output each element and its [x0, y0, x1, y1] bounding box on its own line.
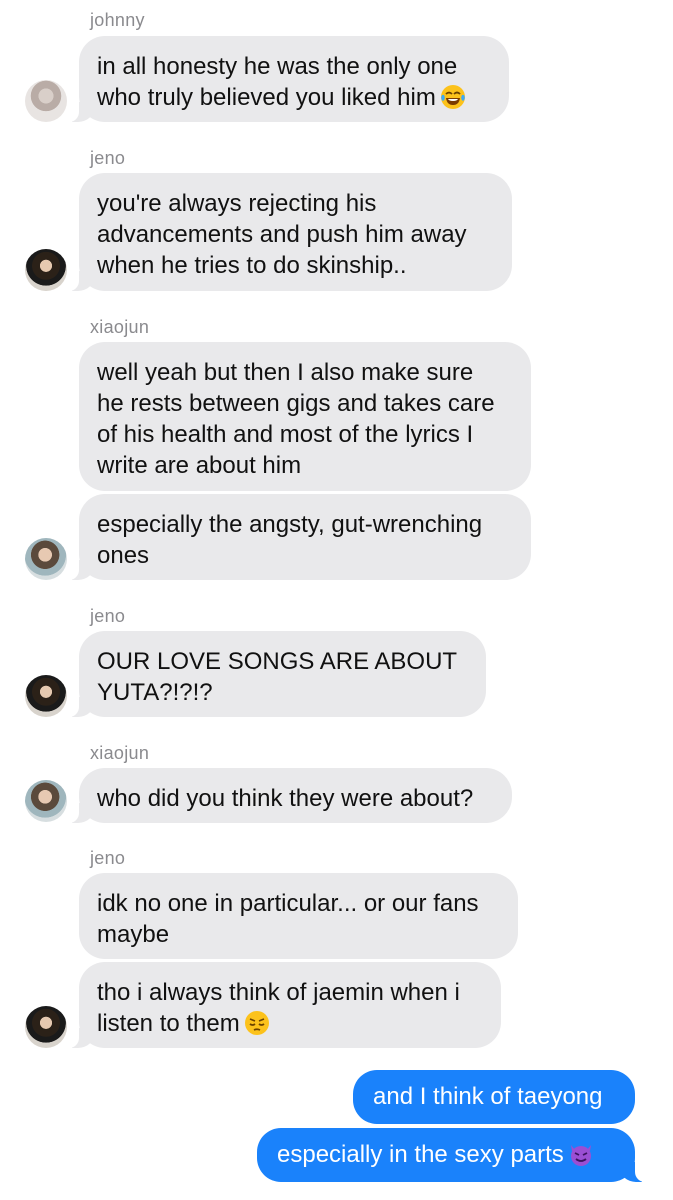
outgoing-message-bubble[interactable]: and I think of taeyong	[353, 1070, 635, 1124]
message-line: idk no one in particular... or our fans	[97, 890, 479, 917]
avatar[interactable]	[25, 538, 67, 580]
message-bubble[interactable]: you're always rejecting his advancements…	[53, 173, 512, 291]
message-bubble[interactable]: in all honesty he was the only one who t…	[53, 36, 509, 122]
message-line: YUTA?!?!?	[97, 679, 213, 706]
outgoing-message-bubble[interactable]: especially in the sexy parts	[257, 1128, 661, 1182]
message-line: who truly believed you liked him	[97, 82, 491, 113]
avatar[interactable]	[25, 249, 67, 291]
message-line: maybe	[97, 921, 170, 948]
avatar[interactable]	[25, 780, 67, 822]
message-line: advancements and push him away	[97, 221, 467, 248]
message-line: when he tries to do skinship..	[97, 252, 407, 279]
message-bubble[interactable]: who did you think they were about?	[53, 768, 512, 823]
message-line: OUR LOVE SONGS ARE ABOUT	[97, 648, 458, 675]
message-bubble[interactable]: idk no one in particular... or our fans …	[79, 873, 518, 959]
message-line: and I think of taeyong	[373, 1083, 603, 1110]
message-line: especially the angsty, gut-wrenching	[97, 511, 483, 538]
message-line: of his health and most of the lyrics I	[97, 421, 474, 448]
message-line: write are about him	[97, 452, 302, 479]
message-line: tho i always think of jaemin when i	[97, 979, 460, 1006]
message-line: listen to them	[97, 1008, 483, 1039]
message-line: especially in the sexy parts	[277, 1141, 564, 1168]
message-line: in all honesty he was the only one	[97, 53, 458, 80]
message-line: ones	[97, 542, 150, 569]
sender-name: jeno	[90, 848, 126, 868]
avatar[interactable]	[25, 80, 67, 122]
message-bubble[interactable]: well yeah but then I also make sure he r…	[79, 342, 531, 491]
pensive-face-icon	[244, 1011, 269, 1035]
smiling-face-with-horns-icon	[570, 1145, 591, 1166]
message-line: he rests between gigs and takes care	[97, 390, 495, 417]
message-bubble[interactable]: especially the angsty, gut-wrenching one…	[53, 494, 531, 580]
message-line: you're always rejecting his	[97, 190, 377, 217]
sender-name: johnny	[90, 10, 145, 30]
sender-name: jeno	[90, 606, 126, 626]
sender-name: xiaojun	[90, 317, 150, 337]
message-bubble[interactable]: tho i always think of jaemin when i list…	[53, 962, 501, 1048]
message-bubble[interactable]: OUR LOVE SONGS ARE ABOUT YUTA?!?!?	[53, 631, 486, 717]
message-line: well yeah but then I also make sure	[97, 359, 474, 386]
avatar[interactable]	[25, 675, 67, 717]
message-line: who did you think they were about?	[97, 785, 474, 812]
sender-name: xiaojun	[90, 743, 150, 763]
sender-name: jeno	[90, 148, 126, 168]
face-with-tears-of-joy-icon	[440, 85, 465, 109]
avatar[interactable]	[25, 1006, 67, 1048]
